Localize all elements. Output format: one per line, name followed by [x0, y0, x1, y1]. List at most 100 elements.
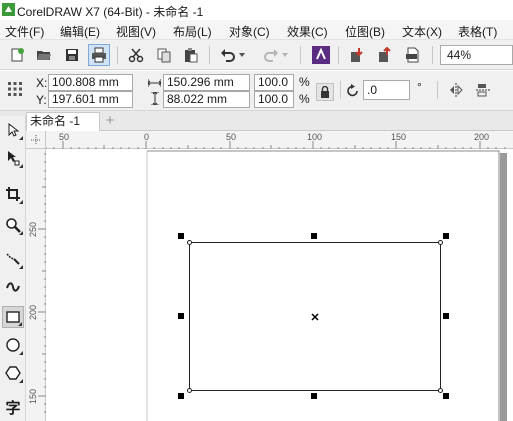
ruler-origin[interactable] [26, 131, 46, 149]
toolbar-separator [340, 81, 341, 99]
menu-effects[interactable]: 效果(C) [287, 23, 328, 40]
drawing-surface [146, 150, 507, 421]
artistic-media-icon [6, 282, 20, 292]
menu-bitmap[interactable]: 位图(B) [345, 23, 385, 40]
menu-table[interactable]: 表格(T) [458, 23, 497, 40]
ellipse-tool[interactable] [2, 334, 24, 356]
scale-width-field[interactable]: 100.0 [254, 74, 294, 91]
export-icon [379, 47, 391, 62]
window-title: CorelDRAW X7 (64-Bit) - 未命名 -1 [17, 5, 204, 19]
print-button[interactable] [88, 44, 110, 66]
import-button[interactable] [346, 44, 368, 66]
menu-object[interactable]: 对象(C) [229, 23, 270, 40]
artistic-media-tool[interactable] [2, 276, 24, 298]
percent-label: % [299, 75, 310, 89]
reference-point-button[interactable] [7, 81, 23, 100]
selection-handle-bottom[interactable] [311, 393, 317, 399]
import-icon [351, 48, 363, 62]
menu-layout[interactable]: 布局(L) [173, 23, 212, 40]
ruler-label: 50 [59, 132, 70, 142]
selection-handle-left[interactable] [178, 313, 184, 319]
ruler-label: 50 [226, 132, 237, 142]
flyout-indicator [18, 322, 22, 326]
flyout-indicator [19, 379, 23, 383]
toolbar-separator [432, 46, 433, 64]
mirror-vertical-icon [476, 84, 490, 97]
selection-handle-top-left[interactable] [178, 233, 184, 239]
document-tab-bar: 未命名 -1 + [0, 111, 513, 131]
new-document-button[interactable] [6, 44, 28, 66]
redo-dropdown-button[interactable] [280, 44, 290, 66]
undo-dropdown-button[interactable] [237, 44, 247, 66]
cut-button[interactable] [125, 44, 147, 66]
mirror-vertical-button[interactable] [472, 79, 494, 101]
zoom-tool[interactable] [2, 214, 24, 236]
zoom-level-value: 44% [447, 48, 472, 62]
search-content-button[interactable] [310, 44, 332, 66]
shape-tool[interactable] [2, 147, 24, 169]
flyout-indicator [19, 136, 23, 140]
ruler-origin-icon [31, 135, 41, 145]
add-tab-button[interactable]: + [101, 113, 119, 130]
pointer-icon [8, 123, 20, 137]
text-tool[interactable]: 字 [2, 396, 24, 418]
lock-ratio-button[interactable] [316, 83, 334, 101]
ruler-label: 100 [307, 132, 323, 142]
object-width-field[interactable]: 150.296 mm [163, 74, 250, 91]
corner-node[interactable] [187, 240, 192, 245]
ruler-label: 150 [391, 132, 407, 142]
rotation-center-icon[interactable] [311, 313, 319, 321]
rectangle-tool[interactable] [2, 306, 24, 328]
open-button[interactable] [33, 44, 55, 66]
drawing-canvas[interactable] [46, 149, 513, 421]
selection-handle-right[interactable] [443, 313, 449, 319]
menu-view[interactable]: 视图(V) [116, 23, 156, 40]
mirror-horizontal-button[interactable] [445, 79, 467, 101]
selection-handle-bottom-left[interactable] [178, 393, 184, 399]
connect-icon [312, 46, 330, 64]
corner-node[interactable] [187, 388, 192, 393]
degree-label: ° [417, 80, 422, 94]
horizontal-ruler[interactable]: 50 0 50 100 150 200 [46, 131, 513, 149]
height-arrow-icon [151, 92, 159, 105]
y-position-field[interactable]: 197.601 mm [48, 91, 133, 108]
pick-tool[interactable] [2, 119, 24, 141]
tab-document[interactable]: 未命名 -1 [26, 112, 100, 131]
corner-node[interactable] [438, 240, 443, 245]
scale-height-field[interactable]: 100.0 [254, 91, 294, 108]
save-icon [66, 49, 78, 61]
selection-handle-top[interactable] [311, 233, 317, 239]
vertical-ruler[interactable]: 250 200 150 [26, 149, 46, 421]
menu-text[interactable]: 文本(X) [402, 23, 442, 40]
flyout-indicator [19, 164, 23, 168]
paste-button[interactable] [180, 44, 202, 66]
object-height-field[interactable]: 88.022 mm [163, 91, 250, 108]
freehand-tool[interactable] [2, 248, 24, 270]
selection-handle-top-right[interactable] [443, 233, 449, 239]
publish-pdf-button[interactable] [402, 44, 424, 66]
rotation-angle-field[interactable]: .0 [363, 80, 410, 100]
export-button[interactable] [374, 44, 396, 66]
toolbar-separator [437, 81, 438, 99]
paste-icon [185, 48, 198, 63]
chevron-down-icon [239, 53, 245, 57]
scissors-icon [128, 48, 144, 63]
selection-handle-bottom-right[interactable] [443, 393, 449, 399]
corner-node[interactable] [438, 388, 443, 393]
undo-button[interactable] [217, 44, 239, 66]
menu-edit[interactable]: 编辑(E) [60, 23, 100, 40]
page-border [147, 150, 500, 421]
x-position-field[interactable]: 100.808 mm [48, 74, 133, 91]
new-document-icon [11, 48, 24, 62]
horizontal-ruler-ticks [46, 141, 506, 149]
copy-button[interactable] [153, 44, 175, 66]
folder-open-icon [37, 51, 51, 60]
flyout-indicator [19, 231, 23, 235]
menu-file[interactable]: 文件(F) [5, 23, 44, 40]
polygon-tool[interactable] [2, 362, 24, 384]
crop-tool[interactable] [2, 183, 24, 205]
save-button[interactable] [61, 44, 83, 66]
standard-toolbar [0, 40, 513, 70]
redo-button[interactable] [260, 44, 282, 66]
zoom-level-select[interactable]: 44% [440, 45, 513, 65]
